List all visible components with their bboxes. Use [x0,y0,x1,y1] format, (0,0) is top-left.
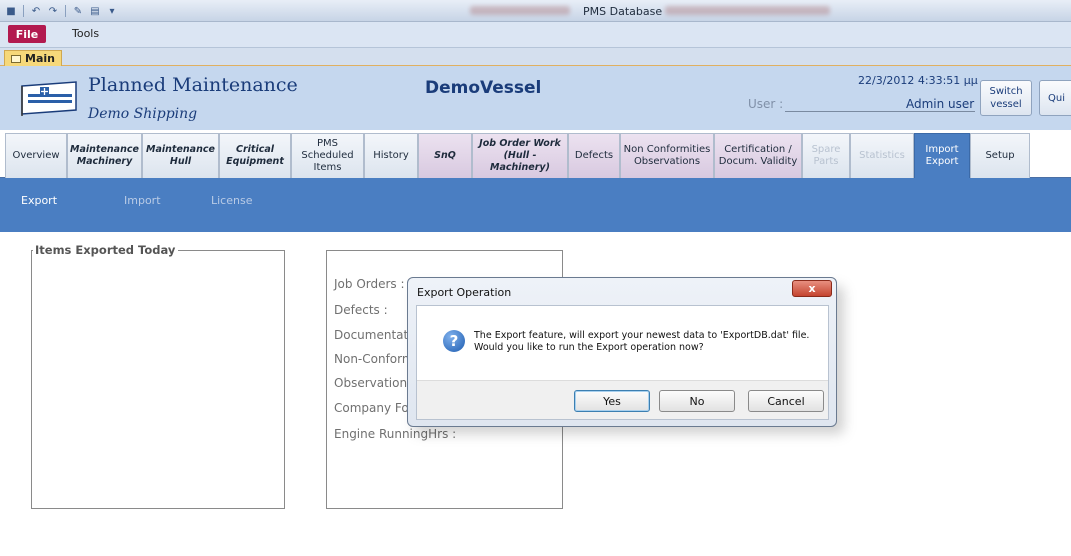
app-window: ■ ↶ ↷ ✎ ▤ ▾ PMS Database File Tools Main [0,0,1071,556]
field-non-conformities: Non-Conform [334,352,414,366]
tab-label: PMS [316,138,338,149]
company-logo-icon [21,81,77,116]
no-button[interactable]: No [659,390,735,412]
tab-label: Maintenance [70,144,139,155]
close-button[interactable]: x [792,280,832,297]
yes-button[interactable]: Yes [574,390,650,412]
switch-vessel-button[interactable]: Switch vessel [980,80,1032,116]
dialog-title: Export Operation [417,286,512,299]
tab-label: Maintenance [146,144,215,155]
tab-defects[interactable]: Defects [568,133,620,178]
tab-label: Observations [633,156,701,167]
app-header: Planned Maintenance Demo Shipping DemoVe… [0,66,1071,130]
export-dialog: Export Operation x ? The Export feature,… [407,277,837,427]
tab-label: Job Order Work [479,138,561,149]
toolbar-divider [23,5,24,17]
tab-label: Equipment [226,156,284,167]
org-title: Planned Maintenance [88,74,298,96]
tab-label: History [373,150,409,161]
subnav-license[interactable]: License [211,194,252,207]
tab-spare-parts: Spare Parts [802,133,850,178]
toolbar-divider [65,5,66,17]
tab-pms-scheduled-items[interactable]: PMS Scheduled Items [291,133,364,178]
field-company-forms: Company For [334,401,414,415]
tab-label: Certification / [724,144,792,155]
tab-history[interactable]: History [364,133,418,178]
user-underline [785,111,975,112]
dialog-message-line-2: Would you like to run the Export operati… [474,342,704,353]
tab-label: Export [925,156,959,167]
tab-label: Items [313,162,342,173]
items-exported-title: Items Exported Today [33,243,179,257]
tab-non-conformities[interactable]: Non Conformities Observations [620,133,714,178]
document-tab-main[interactable]: Main [4,50,62,66]
form-icon [11,54,21,63]
field-defects: Defects : [334,303,388,317]
ribbon-tabs: File Tools [0,22,1071,48]
tab-label: Hull [169,156,192,167]
document-tab-bar: Main [0,48,1071,66]
form-icon[interactable]: ▤ [88,4,102,18]
tab-snq[interactable]: SnQ [418,133,472,178]
tab-label: Machinery [76,156,133,167]
tab-job-order-work[interactable]: Job Order Work (Hull - Machinery) [472,133,568,178]
tab-overview[interactable]: Overview [5,133,67,178]
sub-nav: Export Import License [0,178,1071,232]
window-title: PMS Database [583,5,663,18]
tab-label: (Hull - Machinery) [490,150,550,173]
tab-certification[interactable]: Certification / Docum. Validity [714,133,802,178]
tab-label: Statistics [859,150,905,161]
field-observations: Observations [334,376,414,390]
user-label: User : [748,97,784,111]
tab-label: Setup [985,150,1015,161]
tab-label: Non Conformities [623,144,711,155]
switch-vessel-label-1: Switch [989,86,1023,97]
quit-label: Qui [1048,92,1065,104]
user-value: Admin user [906,97,975,111]
tab-label: Overview [12,150,60,161]
tab-label: SnQ [434,150,456,161]
tab-label: Scheduled [301,150,354,161]
tab-label: Parts [813,156,839,167]
access-app-icon[interactable]: ■ [4,4,18,18]
tab-critical-equipment[interactable]: Critical Equipment [219,133,291,178]
current-datetime: 22/3/2012 4:33:51 μμ [858,74,978,87]
vessel-name: DemoVessel [425,78,542,98]
main-nav: Overview Maintenance Machinery Maintenanc… [0,130,1071,178]
undo-icon[interactable]: ↶ [29,4,43,18]
customize-dropdown-icon[interactable]: ▾ [105,4,119,18]
items-exported-box [31,250,285,509]
redo-icon[interactable]: ↷ [46,4,60,18]
cancel-button[interactable]: Cancel [748,390,824,412]
tab-label: Spare [811,144,841,155]
tab-statistics: Statistics [850,133,914,178]
quick-access-toolbar: ■ ↶ ↷ ✎ ▤ ▾ [4,3,119,19]
tab-maintenance-hull[interactable]: Maintenance Hull [142,133,219,178]
tab-label: Import [925,144,959,155]
dialog-message-line-1: The Export feature, will export your new… [474,330,810,341]
document-tab-label: Main [25,52,55,65]
field-documentation: Documentati [334,328,412,342]
tab-import-export[interactable]: Import Export [914,133,970,178]
tab-label: Critical [235,144,274,155]
tab-setup[interactable]: Setup [970,133,1030,178]
tools-tab[interactable]: Tools [72,27,99,40]
subnav-import[interactable]: Import [124,194,161,207]
tab-label: Defects [574,150,614,161]
subnav-export[interactable]: Export [21,194,57,207]
dialog-message: The Export feature, will export your new… [474,330,809,354]
blurred-text [665,6,830,15]
field-job-orders: Job Orders : [334,277,405,291]
close-icon: x [808,282,816,295]
question-icon: ? [443,330,465,352]
switch-vessel-label-2: vessel [990,99,1022,110]
tab-maintenance-machinery[interactable]: Maintenance Machinery [67,133,142,178]
company-name: Demo Shipping [88,106,198,122]
quit-button[interactable]: Qui [1039,80,1071,116]
title-bar: ■ ↶ ↷ ✎ ▤ ▾ PMS Database [0,0,1071,22]
blurred-text [470,6,570,15]
tools-icon[interactable]: ✎ [71,4,85,18]
tab-label: Docum. Validity [718,156,798,167]
file-tab[interactable]: File [8,25,46,43]
